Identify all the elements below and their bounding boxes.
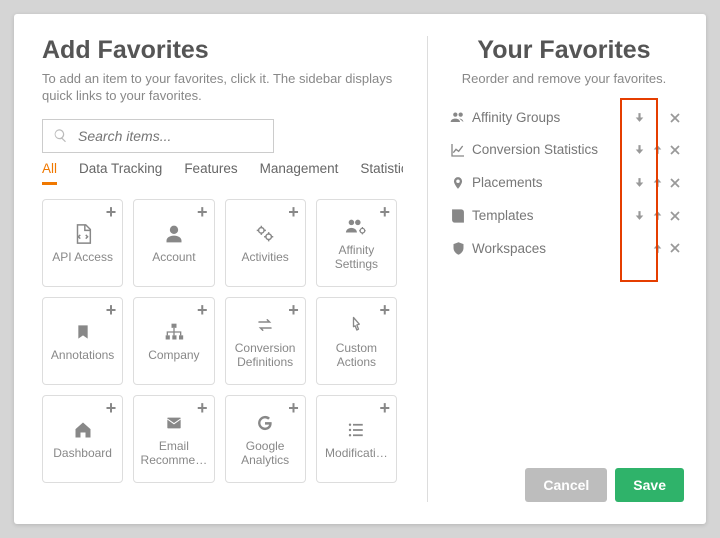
item-card[interactable]: + Modificati…	[316, 395, 397, 483]
item-card[interactable]: + Company	[133, 297, 214, 385]
favorite-row: Workspaces	[444, 232, 684, 265]
add-icon: +	[288, 398, 299, 419]
your-favorites-title: Your Favorites	[444, 36, 684, 65]
move-up-button[interactable]	[648, 209, 666, 222]
item-label: Google Analytics	[230, 440, 301, 468]
tab-statistics[interactable]: Statistics	[360, 161, 403, 185]
tab-features[interactable]: Features	[184, 161, 237, 185]
item-label: Modificati…	[325, 447, 388, 461]
gears-icon	[254, 221, 276, 247]
item-label: Company	[148, 349, 199, 363]
favorite-label: Affinity Groups	[472, 110, 630, 125]
add-icon: +	[197, 300, 208, 321]
item-label: Email Recomme…	[138, 440, 209, 468]
add-icon: +	[106, 202, 117, 223]
item-card[interactable]: + Affinity Settings	[316, 199, 397, 287]
move-up-button[interactable]	[648, 176, 666, 189]
add-icon: +	[379, 398, 390, 419]
search-input[interactable]	[76, 127, 263, 145]
add-icon: +	[106, 398, 117, 419]
item-card[interactable]: + Conversion Definitions	[225, 297, 306, 385]
tab-management[interactable]: Management	[260, 161, 339, 185]
save-button[interactable]: Save	[615, 468, 684, 502]
move-down-button[interactable]	[630, 111, 648, 124]
favorite-label: Conversion Statistics	[472, 142, 630, 157]
sitemap-icon	[163, 319, 185, 345]
add-icon: +	[379, 202, 390, 223]
add-favorites-title: Add Favorites	[42, 36, 403, 65]
move-down-button[interactable]	[630, 176, 648, 189]
your-favorites-subtitle: Reorder and remove your favorites.	[444, 71, 684, 88]
exchange-icon	[254, 312, 276, 338]
item-label: Dashboard	[53, 447, 112, 461]
remove-button[interactable]	[666, 210, 684, 222]
user-icon	[164, 221, 184, 247]
favorites-modal: Add Favorites To add an item to your fav…	[14, 14, 706, 524]
items-scroll[interactable]: + API Access + Account + Activities + Affinity …	[42, 199, 403, 502]
add-icon: +	[106, 300, 117, 321]
item-card[interactable]: + API Access	[42, 199, 123, 287]
remove-button[interactable]	[666, 177, 684, 189]
item-label: Affinity Settings	[321, 244, 392, 272]
move-down-button[interactable]	[630, 143, 648, 156]
add-favorites-panel: Add Favorites To add an item to your fav…	[14, 14, 417, 524]
favorite-label: Placements	[472, 175, 630, 190]
remove-button[interactable]	[666, 144, 684, 156]
item-card[interactable]: + Google Analytics	[225, 395, 306, 483]
add-icon: +	[379, 300, 390, 321]
favorite-row: Conversion Statistics	[444, 134, 684, 166]
item-card[interactable]: + Activities	[225, 199, 306, 287]
your-favorites-panel: Your Favorites Reorder and remove your f…	[438, 14, 706, 524]
add-icon: +	[197, 398, 208, 419]
items-grid: + API Access + Account + Activities + Affinity …	[42, 199, 397, 483]
remove-button[interactable]	[666, 112, 684, 124]
users-gear-icon	[344, 214, 368, 240]
item-card[interactable]: + Account	[133, 199, 214, 287]
map-pin-icon	[444, 174, 472, 192]
favorite-row: Placements	[444, 166, 684, 200]
button-row: Cancel Save	[444, 468, 684, 502]
item-label: Custom Actions	[321, 342, 392, 370]
remove-button[interactable]	[666, 242, 684, 254]
favorite-label: Workspaces	[472, 241, 630, 256]
tabs[interactable]: All Data Tracking Features Management St…	[42, 161, 403, 189]
book-icon	[444, 208, 472, 224]
users-icon	[444, 110, 472, 126]
search-icon	[53, 128, 68, 143]
item-card[interactable]: + Email Recomme…	[133, 395, 214, 483]
list-icon	[346, 417, 366, 443]
favorites-list: Affinity Groups Conversion Statistics Plac…	[444, 102, 684, 468]
favorite-row: Templates	[444, 200, 684, 232]
vertical-divider	[427, 36, 428, 502]
tab-all[interactable]: All	[42, 161, 57, 185]
item-card[interactable]: + Custom Actions	[316, 297, 397, 385]
favorite-row: Affinity Groups	[444, 102, 684, 134]
item-label: Annotations	[51, 349, 114, 363]
item-card[interactable]: + Annotations	[42, 297, 123, 385]
add-icon: +	[288, 300, 299, 321]
google-icon	[255, 410, 275, 436]
move-up-button[interactable]	[648, 242, 666, 255]
add-icon: +	[197, 202, 208, 223]
tab-data-tracking[interactable]: Data Tracking	[79, 161, 162, 185]
move-up-button[interactable]	[648, 143, 666, 156]
code-file-icon	[72, 221, 94, 247]
envelope-icon	[163, 410, 185, 436]
favorite-label: Templates	[472, 208, 630, 223]
item-label: Account	[152, 251, 195, 265]
item-label: Conversion Definitions	[230, 342, 301, 370]
add-icon: +	[288, 202, 299, 223]
item-card[interactable]: + Dashboard	[42, 395, 123, 483]
shield-icon	[444, 240, 472, 257]
search-box[interactable]	[42, 119, 274, 153]
chart-line-icon	[444, 142, 472, 158]
pointer-icon	[346, 312, 366, 338]
move-down-button[interactable]	[630, 209, 648, 222]
cancel-button[interactable]: Cancel	[525, 468, 607, 502]
item-label: Activities	[241, 251, 288, 265]
add-favorites-subtitle: To add an item to your favorites, click …	[42, 71, 403, 105]
home-icon	[72, 417, 94, 443]
bookmark-icon	[75, 319, 91, 345]
item-label: API Access	[52, 251, 113, 265]
